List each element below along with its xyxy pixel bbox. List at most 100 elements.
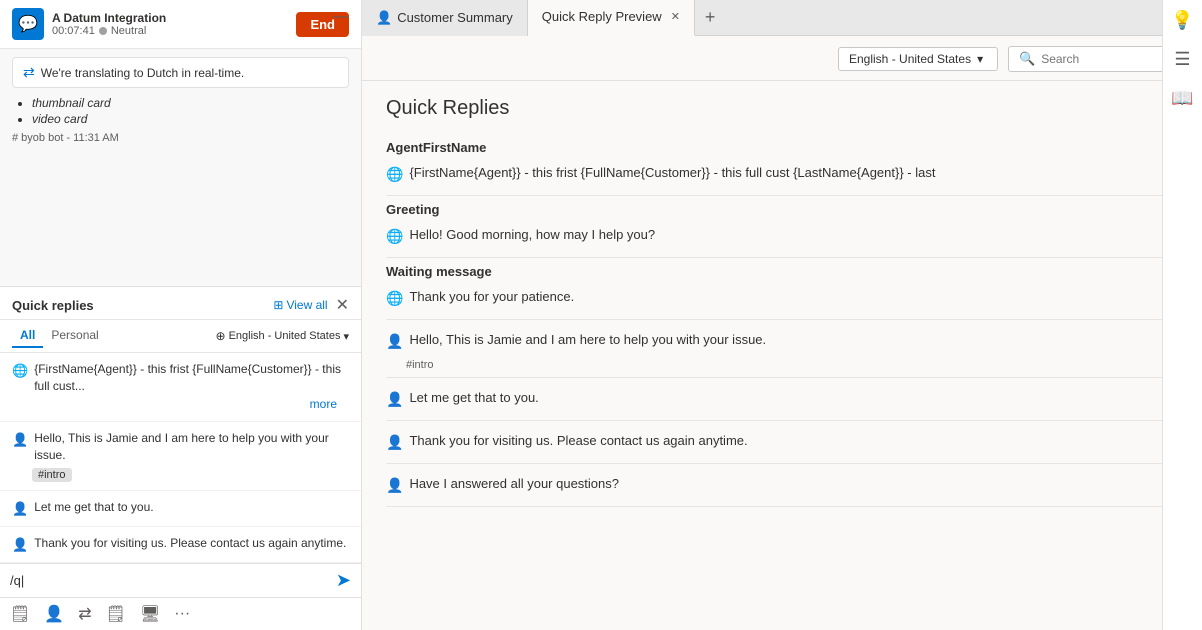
content-search-group: English - United States ▾ 🔍 — [838, 46, 1178, 72]
qr-item-3[interactable]: 👤 Let me get that to you. — [0, 491, 361, 527]
chat-area: ⇄ We're translating to Dutch in real-tim… — [0, 49, 361, 286]
person-icon-tyv: 👤 — [386, 434, 403, 451]
divider-5 — [386, 420, 1178, 421]
section-agentfirstname-item[interactable]: 🌐 {FirstName{Agent}} - this frist {FullN… — [386, 159, 1178, 189]
chat-header-left: 💬 A Datum Integration 00:07:41 Neutral — [12, 8, 166, 40]
qr-panel-close-button[interactable]: ✕ — [336, 295, 349, 315]
qr-item-1[interactable]: 🌐 {FirstName{Agent}} - this frist {FullN… — [0, 353, 361, 422]
chat-header: 💬 A Datum Integration 00:07:41 Neutral E… — [0, 0, 361, 49]
qr-lang-label: English - United States — [229, 330, 341, 342]
chat-icon: 💬 — [12, 8, 44, 40]
qr-tabs: All Personal ⊕ English - United States ▾ — [0, 320, 361, 353]
card-item-video: video card — [32, 112, 349, 126]
tab-quick-reply-preview[interactable]: Quick Reply Preview ✕ — [528, 0, 695, 36]
qr-panel-title: Quick replies — [12, 298, 94, 313]
section-greeting: Greeting 🌐 Hello! Good morning, how may … — [386, 202, 1178, 251]
qr-item-4-text: 👤 Thank you for visiting us. Please cont… — [12, 535, 349, 554]
section-hello-jamie-tag: #intro — [406, 359, 434, 371]
qr-tab-group: All Personal — [12, 324, 107, 348]
book-icon[interactable]: 📖 — [1171, 88, 1193, 109]
tab-personal[interactable]: Personal — [43, 324, 106, 348]
globe-icon-af: 🌐 — [386, 166, 403, 183]
search-box: 🔍 — [1008, 46, 1178, 72]
right-panel: 👤 Customer Summary Quick Reply Preview ✕… — [362, 0, 1202, 630]
list-icon[interactable]: ☰ — [1174, 49, 1190, 70]
chat-info: A Datum Integration 00:07:41 Neutral — [52, 11, 166, 37]
divider-6 — [386, 463, 1178, 464]
company-name: A Datum Integration — [52, 11, 166, 25]
section-hello-jamie-text: Hello, This is Jamie and I am here to he… — [409, 332, 766, 347]
section-agentfirstname: AgentFirstName 🌐 {FirstName{Agent}} - th… — [386, 140, 1178, 189]
section-have-i-answered: 👤 Have I answered all your questions? — [386, 470, 1178, 500]
qr-item-1-content: {FirstName{Agent}} - this frist {FullNam… — [34, 361, 349, 395]
qr-item-2-text: 👤 Hello, This is Jamie and I am here to … — [12, 430, 349, 464]
section-waiting: Waiting message 🌐 Thank you for your pat… — [386, 264, 1178, 313]
qr-item-1-more[interactable]: more — [12, 395, 349, 413]
left-panel: 💬 A Datum Integration 00:07:41 Neutral E… — [0, 0, 362, 630]
sentiment-label: Neutral — [111, 25, 146, 37]
toolbar-icon-contacts[interactable]: 👤 — [44, 604, 64, 624]
person-icon-4: 👤 — [12, 536, 28, 554]
toolbar-icon-more[interactable]: ··· — [174, 605, 190, 623]
section-thank-you-visiting-item[interactable]: 👤 Thank you for visiting us. Please cont… — [386, 427, 1178, 457]
send-button[interactable]: ➤ — [336, 570, 351, 591]
divider-1 — [386, 195, 1178, 196]
language-select[interactable]: English - United States ▾ — [838, 47, 998, 71]
section-hello-jamie-item[interactable]: 👤 Hello, This is Jamie and I am here to … — [386, 326, 1178, 356]
section-let-me-get-text: Let me get that to you. — [409, 390, 538, 405]
qr-item-3-text: 👤 Let me get that to you. — [12, 499, 349, 518]
tab-all[interactable]: All — [12, 324, 43, 348]
section-thank-you-visiting-text: Thank you for visiting us. Please contac… — [409, 433, 747, 448]
section-hello-jamie: 👤 Hello, This is Jamie and I am here to … — [386, 326, 1178, 371]
section-let-me-get-item[interactable]: 👤 Let me get that to you. — [386, 384, 1178, 414]
translate-icon: ⇄ — [23, 64, 35, 81]
tab-quick-reply-label: Quick Reply Preview — [542, 9, 662, 24]
divider-2 — [386, 257, 1178, 258]
card-list: thumbnail card video card — [32, 96, 349, 126]
section-waiting-text: Thank you for your patience. — [409, 289, 574, 304]
content-header: English - United States ▾ 🔍 — [362, 36, 1202, 81]
card-item-thumbnail: thumbnail card — [32, 96, 349, 110]
section-greeting-text: Hello! Good morning, how may I help you? — [409, 227, 655, 242]
section-agentfirstname-title: AgentFirstName — [386, 140, 1178, 155]
view-all-icon: ⊞ — [273, 298, 283, 312]
qr-item-2[interactable]: 👤 Hello, This is Jamie and I am here to … — [0, 422, 361, 491]
section-let-me-get: 👤 Let me get that to you. — [386, 384, 1178, 414]
tab-add-button[interactable]: + — [695, 7, 726, 28]
qr-lang-selector[interactable]: ⊕ English - United States ▾ — [216, 329, 349, 343]
qr-header-right: ⊞ View all ✕ — [273, 295, 349, 315]
toolbar-icon-notes[interactable]: 🗒 — [10, 604, 30, 624]
globe-icon-wm: 🌐 — [386, 290, 403, 307]
chat-input[interactable] — [10, 573, 330, 588]
section-agentfirstname-text: {FirstName{Agent}} - this frist {FullNam… — [409, 165, 935, 180]
qr-item-2-content: Hello, This is Jamie and I am here to he… — [34, 430, 349, 464]
toolbar-icon-transfer[interactable]: ⇄ — [78, 604, 91, 624]
globe-icon-gr: 🌐 — [386, 228, 403, 245]
quick-replies-panel: Quick replies ⊞ View all ✕ All Personal … — [0, 286, 361, 563]
person-icon-hj: 👤 — [386, 333, 403, 350]
tab-customer-summary-label: Customer Summary — [397, 10, 513, 25]
lightbulb-icon[interactable]: 💡 — [1171, 10, 1193, 31]
section-greeting-item[interactable]: 🌐 Hello! Good morning, how may I help yo… — [386, 221, 1178, 251]
globe-icon-1: 🌐 — [12, 362, 28, 380]
tab-customer-summary[interactable]: 👤 Customer Summary — [362, 0, 528, 36]
globe-icon: ⊕ — [216, 329, 226, 343]
toolbar-icon-screen[interactable]: 🖥 — [140, 604, 160, 624]
minimize-button[interactable]: — — [333, 8, 349, 26]
divider-4 — [386, 377, 1178, 378]
qr-item-4-content: Thank you for visiting us. Please contac… — [34, 535, 346, 552]
section-waiting-item[interactable]: 🌐 Thank you for your patience. — [386, 283, 1178, 313]
person-icon-3: 👤 — [12, 500, 28, 518]
qr-item-4[interactable]: 👤 Thank you for visiting us. Please cont… — [0, 527, 361, 563]
toolbar-icon-kb[interactable]: 🗒 — [106, 604, 126, 624]
qr-item-1-text: 🌐 {FirstName{Agent}} - this frist {FullN… — [12, 361, 349, 395]
translation-notice: ⇄ We're translating to Dutch in real-tim… — [12, 57, 349, 88]
view-all-label: View all — [286, 298, 327, 312]
chat-toolbar: 🗒 👤 ⇄ 🗒 🖥 ··· — [0, 597, 361, 630]
qr-main-content: Quick Replies AgentFirstName 🌐 {FirstNam… — [362, 81, 1202, 630]
search-input[interactable] — [1041, 52, 1161, 66]
view-all-button[interactable]: ⊞ View all — [273, 298, 327, 312]
section-have-i-answered-item[interactable]: 👤 Have I answered all your questions? — [386, 470, 1178, 500]
bot-label: # byob bot - 11:31 AM — [12, 132, 349, 144]
tab-close-button[interactable]: ✕ — [671, 10, 680, 23]
